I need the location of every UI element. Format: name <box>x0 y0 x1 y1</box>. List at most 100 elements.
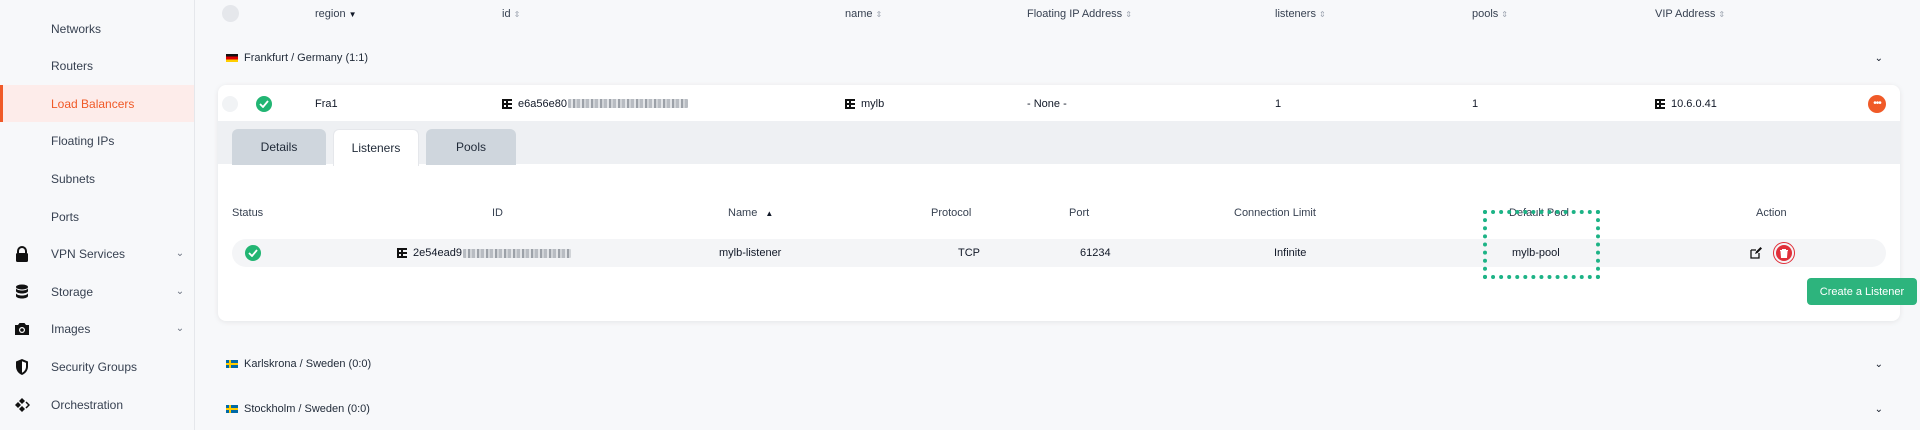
lb-name[interactable]: mylb <box>845 85 884 122</box>
list-icon <box>502 98 512 109</box>
listener-id[interactable]: 2e54ead9 <box>397 239 571 267</box>
sort-icon: ⇕ <box>1718 9 1726 19</box>
tab-listeners[interactable]: Listeners <box>333 129 419 166</box>
status-ok-icon <box>245 245 261 261</box>
sidebar-item-label: Images <box>51 321 91 336</box>
sweden-flag-icon <box>226 405 238 413</box>
col-name[interactable]: Name ▲ <box>728 207 773 219</box>
lb-region: Fra1 <box>315 97 338 110</box>
sidebar: Networks Routers Load Balancers Floating… <box>0 0 195 430</box>
list-icon <box>1655 98 1665 109</box>
sidebar-item-routers[interactable]: Routers <box>0 47 194 84</box>
col-action: Action <box>1756 207 1787 219</box>
main-content: region ▼ id ⇕ name ⇕ Floating IP Address ⇕ l… <box>196 0 1920 430</box>
region-group-label: Karlskrona / Sweden (0:0) <box>244 358 372 370</box>
sidebar-item-subnets[interactable]: Subnets <box>0 160 194 197</box>
region-group-label: Frankfurt / Germany (1:1) <box>244 52 369 64</box>
load-balancer-panel: Fra1 e6a56e80 mylb - None - 1 1 10.6.0.4… <box>218 85 1917 321</box>
sort-icon: ⇕ <box>513 9 521 19</box>
region-group-label: Stockholm / Sweden (0:0) <box>244 403 370 415</box>
row-select-radio[interactable] <box>222 95 238 112</box>
sidebar-item-label: VPN Services <box>51 246 126 261</box>
list-icon <box>397 248 407 258</box>
col-status: Status <box>232 207 264 219</box>
load-balancer-row[interactable]: Fra1 e6a56e80 mylb - None - 1 1 10.6.0.4… <box>218 85 1900 122</box>
col-port: Port <box>1069 207 1090 219</box>
lb-vip-address[interactable]: 10.6.0.41 <box>1655 85 1717 122</box>
sort-icon: ⇕ <box>875 9 883 19</box>
camera-icon <box>14 321 30 337</box>
header-pools[interactable]: pools ⇕ <box>1472 0 1508 28</box>
lb-id[interactable]: e6a56e80 <box>502 85 688 122</box>
listener-protocol: TCP <box>958 247 980 259</box>
chevron-down-icon[interactable]: ⌄ <box>1875 359 1883 370</box>
database-icon <box>14 284 30 300</box>
edit-icon[interactable] <box>1750 247 1762 259</box>
sidebar-item-networks[interactable]: Networks <box>0 10 194 47</box>
chevron-down-icon[interactable]: ⌄ <box>174 286 186 297</box>
sidebar-item-label: Orchestration <box>51 397 124 412</box>
header-vip-address[interactable]: VIP Address ⇕ <box>1655 0 1725 28</box>
orchestration-icon <box>14 397 30 413</box>
status-ok-icon <box>256 95 272 112</box>
listener-name: mylb-listener <box>719 247 782 259</box>
sidebar-item-vpn-services[interactable]: VPN Services ⌄ <box>0 235 194 272</box>
sidebar-item-floating-ips[interactable]: Floating IPs <box>0 122 194 159</box>
tab-details[interactable]: Details <box>232 129 326 165</box>
region-group-karlskrona[interactable]: Karlskrona / Sweden (0:0) ⌄ <box>196 344 1920 384</box>
sidebar-item-label: Security Groups <box>51 359 138 374</box>
germany-flag-icon <box>226 54 238 62</box>
chevron-down-icon[interactable]: ⌄ <box>1875 53 1883 64</box>
header-region[interactable]: region ▼ <box>315 0 357 28</box>
sidebar-item-label: Routers <box>51 58 94 73</box>
sidebar-item-storage[interactable]: Storage ⌄ <box>0 273 194 310</box>
select-all-checkbox[interactable] <box>222 5 239 22</box>
col-id: ID <box>492 207 503 219</box>
default-pool-highlight <box>1483 210 1600 279</box>
header-floating-ip[interactable]: Floating IP Address ⇕ <box>1027 0 1132 28</box>
delete-button[interactable] <box>1773 242 1795 264</box>
header-name[interactable]: name ⇕ <box>845 0 882 28</box>
more-actions-button[interactable]: ••• <box>1868 94 1886 113</box>
lb-listeners: 1 <box>1275 97 1282 110</box>
chevron-down-icon[interactable]: ⌄ <box>174 248 186 259</box>
listener-port: 61234 <box>1080 247 1111 259</box>
sidebar-item-images[interactable]: Images ⌄ <box>0 310 194 347</box>
create-listener-button[interactable]: Create a Listener <box>1807 278 1917 305</box>
lb-pools: 1 <box>1472 97 1479 110</box>
redacted-text <box>462 248 571 258</box>
sweden-flag-icon <box>226 360 238 368</box>
col-connection-limit: Connection Limit <box>1234 207 1316 219</box>
sidebar-item-orchestration[interactable]: Orchestration <box>0 386 194 423</box>
chevron-down-icon[interactable]: ⌄ <box>1875 404 1883 415</box>
trash-icon <box>1776 245 1792 261</box>
sidebar-item-ports[interactable]: Ports <box>0 198 194 235</box>
tab-bar: Details Listeners Pools <box>218 122 1900 166</box>
sidebar-item-label: Networks <box>51 21 102 36</box>
sidebar-item-label: Ports <box>51 209 80 224</box>
sort-icon: ⇕ <box>1125 9 1132 19</box>
lock-icon <box>14 245 30 262</box>
chevron-down-icon[interactable]: ⌄ <box>174 323 186 334</box>
tab-pools[interactable]: Pools <box>426 129 516 165</box>
sort-icon: ⇕ <box>1318 9 1326 19</box>
sort-asc-icon: ▲ <box>765 209 774 218</box>
sort-icon: ⇕ <box>1501 9 1508 19</box>
region-group-frankfurt[interactable]: Frankfurt / Germany (1:1) ⌄ <box>196 38 1920 78</box>
shield-icon <box>14 358 30 375</box>
sidebar-item-label: Subnets <box>51 171 96 186</box>
listener-row[interactable]: 2e54ead9 mylb-listener TCP 61234 Infinit… <box>232 239 1886 267</box>
lb-floating-ip: - None - <box>1027 97 1067 110</box>
header-id[interactable]: id ⇕ <box>502 0 520 28</box>
header-listeners[interactable]: listeners ⇕ <box>1275 0 1326 28</box>
sidebar-item-label: Storage <box>51 284 94 299</box>
redacted-text <box>567 99 688 108</box>
listener-connection-limit: Infinite <box>1274 247 1307 259</box>
sidebar-item-label: Load Balancers <box>51 96 135 111</box>
sidebar-item-security-groups[interactable]: Security Groups <box>0 348 194 385</box>
sidebar-item-load-balancers[interactable]: Load Balancers <box>0 85 194 122</box>
region-group-stockholm[interactable]: Stockholm / Sweden (0:0) ⌄ <box>196 389 1920 429</box>
list-icon <box>845 98 855 109</box>
col-protocol: Protocol <box>931 207 972 219</box>
sort-desc-icon: ▼ <box>348 9 357 19</box>
